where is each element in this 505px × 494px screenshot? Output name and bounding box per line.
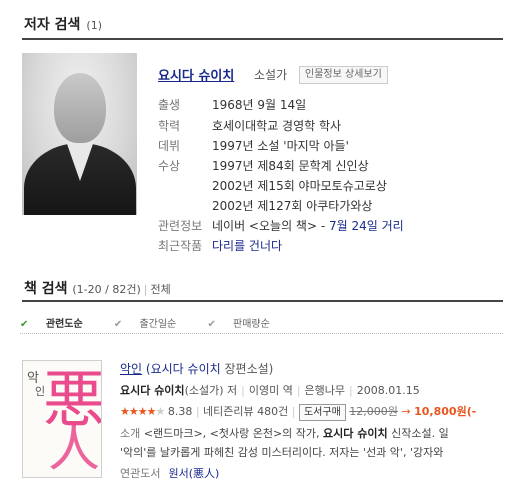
author-name-link[interactable]: 요시다 슈이치	[158, 65, 234, 84]
publish-date: 2008.01.15	[356, 384, 420, 397]
book-meta-row: 요시다 슈이치(소설가) 저 | 이영미 역 | 은행나무 | 2008.01.15	[120, 382, 420, 398]
translator: 이영미 역	[248, 384, 293, 397]
info-label: 학력	[158, 119, 181, 133]
info-label: 출생	[158, 98, 181, 112]
desc-text: 신작소설. 일	[391, 427, 449, 440]
info-award-3: 2002년 제127회 아쿠타가와상	[158, 197, 372, 214]
book-cover[interactable]: 악 인 悪 人	[22, 360, 102, 478]
info-award: 수상 1997년 제84회 문학계 신인상	[158, 157, 369, 174]
book-description: 소개 <랜드마크>, <첫사랑 온천>의 작가, 요시다 슈이치 신작소설. 일…	[120, 424, 505, 462]
meta-divider: |	[195, 405, 200, 418]
recent-work-link[interactable]: 다리를 건너다	[212, 239, 282, 253]
photo-head	[54, 73, 106, 143]
book-title-link[interactable]: 악인	[120, 362, 142, 376]
book-genre: 장편소설)	[224, 362, 274, 376]
publisher: 은행나무	[304, 384, 346, 397]
meta-divider: |	[296, 384, 301, 397]
book-author-link[interactable]: 요시다 슈이치	[120, 384, 185, 397]
info-value: 1997년 제84회 문학계 신인상	[212, 159, 369, 173]
sale-price: 10,800원(-	[414, 405, 477, 418]
arrow-icon: →	[401, 405, 411, 418]
related-label: 연관도서	[120, 467, 161, 480]
original-price: 12,000원	[349, 405, 398, 418]
sort-label: 관련도순	[45, 319, 83, 330]
meta-divider: |	[349, 384, 353, 397]
book-price-row: ★★★★★ 8.38 | 네티즌리뷰 480건 | 도서구매 12,000원 →…	[120, 403, 476, 421]
info-award-2: 2002년 제15회 야마모토슈고로상	[158, 177, 387, 194]
book-section-divider	[22, 300, 503, 302]
author-section-title-text: 저자 검색	[24, 17, 81, 33]
sort-label: 판매량순	[233, 319, 270, 330]
book-title-row: 악인 (요시다 슈이치 장편소설)	[120, 360, 273, 377]
buy-button[interactable]: 도서구매	[298, 404, 346, 421]
related-books-row: 연관도서 원서(悪人)	[120, 465, 219, 481]
sort-divider	[20, 333, 503, 334]
book-range: (1-20 / 82건)	[72, 283, 141, 296]
book-section-title: 책 검색 (1-20 / 82건) | 전체	[24, 278, 171, 298]
separator: |	[143, 283, 148, 296]
info-related: 관련정보 네이버 <오늘의 책> - 7월 24일 거리	[158, 217, 404, 234]
info-label: 최근작품	[158, 239, 203, 253]
author-role: (소설가) 저	[184, 384, 238, 397]
info-value: 2002년 제15회 야마모토슈고로상	[212, 179, 387, 193]
desc-label: 소개	[120, 427, 141, 440]
check-icon: ✔	[113, 319, 123, 330]
related-prefix: 네이버 <오늘의 책> -	[212, 219, 329, 233]
sort-sales[interactable]: ✔ 판매량순	[207, 319, 283, 330]
author-count: (1)	[86, 19, 102, 32]
info-label: 데뷔	[158, 139, 181, 153]
author-section-divider	[22, 38, 503, 40]
meta-divider: |	[291, 405, 296, 418]
sort-bar: ✔ 관련도순 ✔ 출간일순 ✔ 판매량순	[20, 315, 298, 330]
related-book-link[interactable]: 원서(悪人)	[168, 467, 219, 480]
desc-text: <랜드마크>, <첫사랑 온천>의 작가,	[143, 427, 320, 440]
book-title-author: (요시다 슈이치	[145, 362, 221, 376]
rating-stars: ★★★★★	[120, 405, 165, 418]
info-value: 호세이대학교 경영학 학사	[212, 119, 342, 133]
info-value: 1968년 9월 14일	[212, 98, 307, 112]
desc-highlight: 요시다 슈이치	[323, 427, 388, 440]
author-section-title: 저자 검색 (1)	[24, 14, 102, 34]
author-job: 소설가	[254, 68, 288, 82]
desc-text: '악의'를 날카롭게 파헤친 감성 미스터리이다. 저자는 '선과 악', '강…	[120, 446, 444, 459]
info-recent: 최근작품 다리를 건너다	[158, 237, 282, 254]
info-birth: 출생 1968년 9월 14일	[158, 96, 306, 113]
info-value: 1997년 소설 '마지막 아들'	[212, 139, 349, 153]
review-count-link[interactable]: 네티즌리뷰 480건	[203, 405, 288, 418]
info-debut: 데뷔 1997년 소설 '마지막 아들'	[158, 137, 349, 154]
info-education: 학력 호세이대학교 경영학 학사	[158, 117, 341, 134]
related-link[interactable]: 7월 24일 거리	[329, 219, 404, 233]
sort-date[interactable]: ✔ 출간일순	[114, 319, 190, 330]
all-filter[interactable]: 전체	[150, 283, 170, 296]
rating-value: 8.38	[167, 405, 193, 418]
cover-title-glyph: 人	[48, 419, 101, 478]
info-label: 관련정보	[158, 219, 203, 233]
check-icon: ✔	[207, 319, 216, 330]
book-section-title-text: 책 검색	[24, 281, 68, 297]
info-label: 수상	[158, 159, 181, 173]
sort-label: 출간일순	[139, 319, 177, 330]
author-photo[interactable]	[22, 53, 137, 215]
info-value: 2002년 제127회 아쿠타가와상	[212, 199, 373, 213]
check-icon: ✔	[20, 319, 29, 330]
profile-detail-button[interactable]: 인물정보 상세보기	[299, 66, 388, 84]
sort-relevance[interactable]: ✔ 관련도순	[20, 319, 97, 330]
meta-divider: |	[241, 384, 245, 397]
